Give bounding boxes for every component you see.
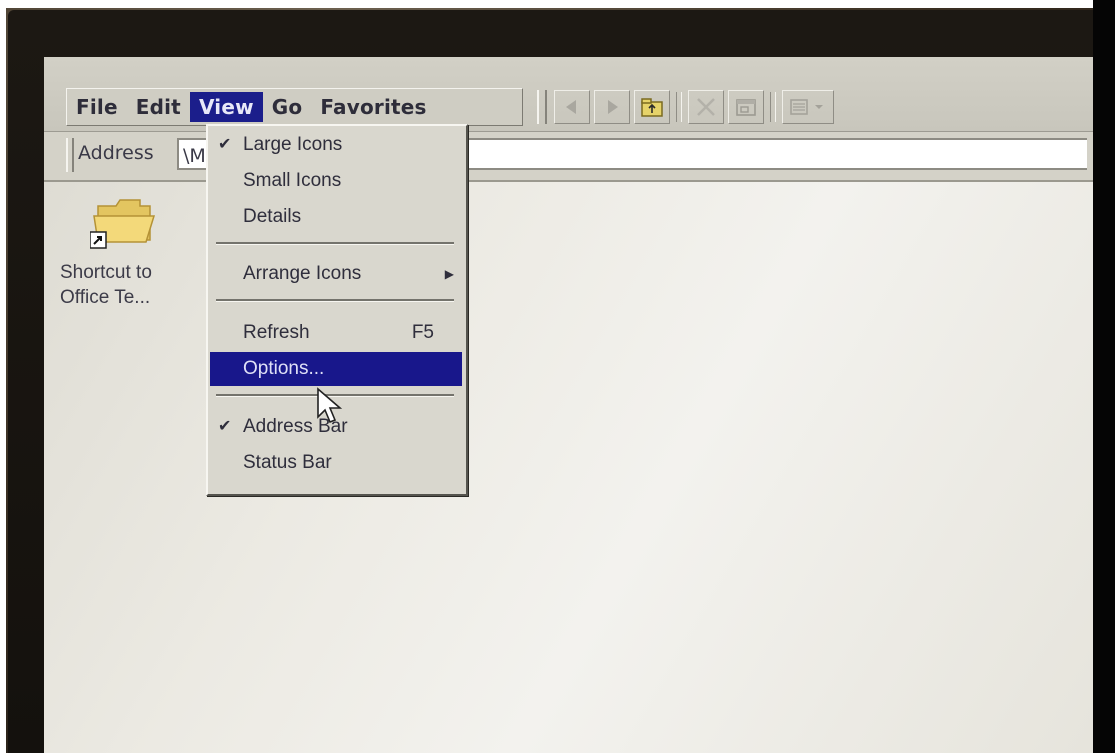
menu-item-label: Large Icons: [243, 134, 343, 155]
toolbar: [554, 89, 914, 125]
menu-view[interactable]: View: [189, 92, 263, 122]
menu-file[interactable]: File: [67, 92, 127, 122]
menu-item-label: Refresh: [243, 322, 310, 343]
checkmark-icon: ✔: [218, 136, 232, 153]
menu-item-label: Status Bar: [243, 452, 332, 473]
menu-edit[interactable]: Edit: [127, 92, 190, 122]
image-border: [0, 0, 6, 753]
shortcut-label-line: Shortcut to: [60, 262, 152, 283]
folder-shortcut-icon: [90, 199, 156, 249]
menu-item-status-bar[interactable]: Status Bar: [210, 446, 462, 480]
menu-go[interactable]: Go: [263, 92, 312, 122]
shortcut-label: Shortcut to Office Te...: [60, 260, 210, 310]
views-icon[interactable]: [782, 90, 834, 124]
mouse-cursor-icon: [317, 387, 343, 424]
toolbar-grip[interactable]: [537, 90, 547, 124]
address-label: Address: [78, 142, 154, 164]
forward-icon[interactable]: [594, 90, 630, 124]
address-bar: Address \M: [44, 132, 1093, 182]
menu-item-arrange-icons[interactable]: Arrange Icons ▶: [210, 257, 462, 291]
menu-favorites[interactable]: Favorites: [311, 92, 435, 122]
menu-item-shortcut: F5: [411, 322, 434, 343]
toolbar-separator: [770, 92, 776, 122]
menu-item-label: Options...: [243, 358, 325, 379]
checkmark-icon: ✔: [218, 418, 232, 435]
menu-item-label: Arrange Icons: [243, 263, 362, 284]
toolbar-separator: [676, 92, 682, 122]
delete-icon[interactable]: [688, 90, 724, 124]
command-bar: File Edit View Go Favorites: [44, 57, 1093, 132]
view-menu-dropdown: ✔ Large Icons Small Icons Details Arrang…: [206, 124, 468, 496]
image-border: [0, 0, 1115, 8]
properties-icon[interactable]: [728, 90, 764, 124]
menu-item-label: Details: [243, 206, 302, 227]
menu-separator: [216, 242, 454, 245]
menu-bar: File Edit View Go Favorites: [66, 88, 523, 126]
address-bar-grip[interactable]: [66, 138, 74, 172]
up-folder-icon[interactable]: [634, 90, 670, 124]
menu-item-large-icons[interactable]: ✔ Large Icons: [210, 128, 462, 162]
image-edge: [1093, 0, 1115, 753]
shortcut-item[interactable]: Shortcut to Office Te...: [60, 192, 190, 312]
submenu-arrow-icon: ▶: [444, 267, 454, 281]
screen: File Edit View Go Favorites Address \M S…: [44, 57, 1093, 753]
menu-item-options[interactable]: Options...: [210, 352, 462, 386]
menu-separator: [216, 299, 454, 302]
menu-item-refresh[interactable]: Refresh F5: [210, 316, 462, 350]
back-icon[interactable]: [554, 90, 590, 124]
shortcut-label-line: Office Te...: [60, 287, 151, 308]
menu-item-small-icons[interactable]: Small Icons: [210, 164, 462, 198]
menu-item-details[interactable]: Details: [210, 200, 462, 234]
menu-item-label: Small Icons: [243, 170, 342, 191]
folder-view: Shortcut to Office Te...: [44, 182, 1093, 753]
